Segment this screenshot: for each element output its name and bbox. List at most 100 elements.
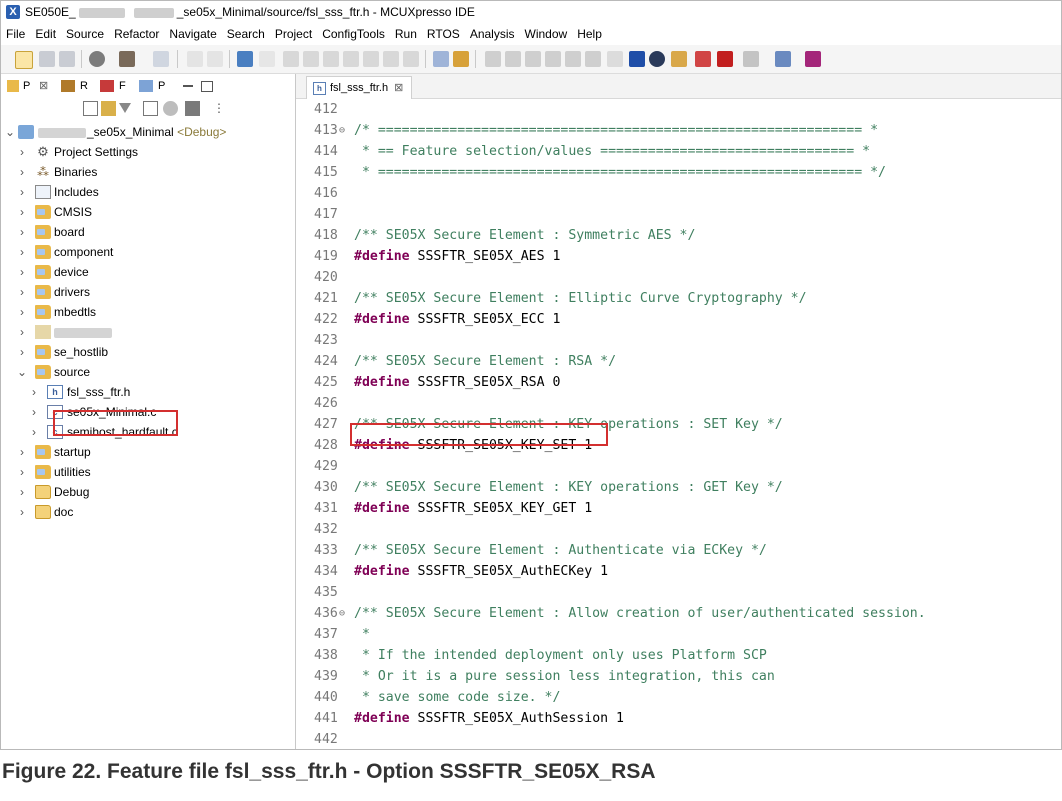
line-number: 417 xyxy=(314,207,338,222)
tree-item-label: drivers xyxy=(54,285,91,299)
close-tab-icon[interactable]: ⊠ xyxy=(39,74,48,98)
step-into-icon[interactable] xyxy=(363,51,379,67)
save-icon[interactable] xyxy=(39,51,55,67)
instruction-step-icon[interactable] xyxy=(433,51,449,67)
step-return-icon[interactable] xyxy=(403,51,419,67)
tree-item-label: Project Settings xyxy=(54,145,139,159)
chevron-right-icon[interactable]: › xyxy=(17,322,27,342)
debug-config-icon[interactable] xyxy=(453,51,469,67)
menu-item-project[interactable]: Project xyxy=(270,23,317,45)
editor-tab-fsl-sss-ftr-h[interactable]: h fsl_sss_ftr.h ⊠ xyxy=(306,76,413,99)
globe-icon[interactable] xyxy=(649,51,665,67)
chevron-right-icon[interactable]: › xyxy=(17,262,27,282)
title-redacted-1 xyxy=(78,7,125,18)
suspend-icon[interactable] xyxy=(303,51,319,67)
menu-item-analysis[interactable]: Analysis xyxy=(465,23,520,45)
new-icon[interactable] xyxy=(15,51,33,69)
boot-icon[interactable] xyxy=(717,51,733,67)
fold-toggle-icon[interactable]: ⊖ xyxy=(339,603,345,624)
bug-icon[interactable] xyxy=(805,51,821,67)
code-text: #define SSSFTR_SE05X_KEY_GET 1 xyxy=(354,498,592,519)
chevron-right-icon[interactable]: › xyxy=(17,282,27,302)
reset-icon[interactable] xyxy=(607,51,623,67)
menu-item-file[interactable]: File xyxy=(1,23,30,45)
chevron-down-icon[interactable]: ⌄ xyxy=(5,122,15,142)
sync-icon[interactable] xyxy=(163,101,178,116)
more-icon[interactable]: ⋮ xyxy=(213,101,225,116)
peripherals-icon[interactable] xyxy=(525,51,541,67)
memory-icon[interactable] xyxy=(505,51,521,67)
tab-peripherals[interactable]: P xyxy=(158,74,165,98)
line-number: 419 xyxy=(314,249,338,264)
chevron-right-icon[interactable]: › xyxy=(17,162,27,182)
chevron-right-icon[interactable]: › xyxy=(17,302,27,322)
layout-icon[interactable] xyxy=(143,101,158,116)
chevron-right-icon[interactable]: › xyxy=(17,482,27,502)
menu-item-rtos[interactable]: RTOS xyxy=(422,23,465,45)
close-tab-icon[interactable]: ⊠ xyxy=(394,82,403,94)
tab-project-explorer[interactable]: P xyxy=(23,74,30,98)
maximize-icon[interactable] xyxy=(201,81,213,92)
menu-item-run[interactable]: Run xyxy=(390,23,422,45)
chevron-right-icon[interactable]: › xyxy=(17,142,27,162)
code-text: #define SSSFTR_SE05X_AuthECKey 1 xyxy=(354,561,608,582)
code-comment: * Or it is a pure session less integrati… xyxy=(354,669,775,684)
disconnect-icon[interactable] xyxy=(343,51,359,67)
chevron-right-icon[interactable]: › xyxy=(17,342,27,362)
probe-icon[interactable] xyxy=(565,51,581,67)
menu-item-navigate[interactable]: Navigate xyxy=(164,23,221,45)
link-icon[interactable] xyxy=(695,51,711,67)
home-icon[interactable] xyxy=(671,51,687,67)
chevron-right-icon[interactable]: › xyxy=(17,502,27,522)
step-over-icon[interactable] xyxy=(383,51,399,67)
analysis-icon[interactable] xyxy=(585,51,601,67)
chevron-down-icon[interactable]: ⌄ xyxy=(17,362,27,382)
menu-item-configtools[interactable]: ConfigTools xyxy=(317,23,390,45)
settings-gear-icon[interactable] xyxy=(89,51,105,67)
terminate-icon[interactable] xyxy=(323,51,339,67)
chevron-right-icon[interactable]: › xyxy=(17,462,27,482)
fold-toggle-icon[interactable]: ⊖ xyxy=(339,120,345,141)
save-all-icon[interactable] xyxy=(59,51,75,67)
pointer-icon[interactable] xyxy=(259,51,275,67)
header-file-icon: h xyxy=(47,385,63,399)
chevron-right-icon[interactable]: › xyxy=(29,382,39,402)
collapse-all-icon[interactable] xyxy=(83,101,98,116)
line-number: 423 xyxy=(314,333,338,348)
forward-nav-icon[interactable] xyxy=(207,51,223,67)
code-text: #define SSSFTR_SE05X_RSA 0 xyxy=(354,372,560,393)
chevron-right-icon[interactable]: › xyxy=(29,422,39,442)
filter-icon[interactable] xyxy=(119,103,131,113)
menu-item-source[interactable]: Source xyxy=(61,23,109,45)
chevron-right-icon[interactable]: › xyxy=(17,222,27,242)
chevron-right-icon[interactable]: › xyxy=(17,442,27,462)
binary-icon[interactable] xyxy=(153,51,169,67)
menu-item-help[interactable]: Help xyxy=(572,23,607,45)
mcuxpresso-config-icon[interactable] xyxy=(629,51,645,67)
tab-faults[interactable]: F xyxy=(119,74,126,98)
external-tools-icon[interactable] xyxy=(743,51,759,67)
project-label: _se05x_Minimal <Debug> xyxy=(38,122,226,142)
trace-icon[interactable] xyxy=(545,51,561,67)
chevron-right-icon[interactable]: › xyxy=(17,242,27,262)
code-editor: h fsl_sss_ftr.h ⊠ 412 413 ⊖/* ==============… xyxy=(296,74,1061,749)
menu-item-search[interactable]: Search xyxy=(222,23,270,45)
minimize-icon[interactable] xyxy=(183,85,193,87)
view-menu-icon[interactable] xyxy=(185,101,200,116)
resume-icon[interactable] xyxy=(283,51,299,67)
tree-highlight-box xyxy=(53,410,178,436)
chevron-right-icon[interactable]: › xyxy=(29,402,39,422)
chevron-right-icon[interactable]: › xyxy=(17,202,27,222)
menu-item-edit[interactable]: Edit xyxy=(30,23,61,45)
preprocessor-keyword: #define xyxy=(354,375,410,390)
toolbar-misc-icon[interactable] xyxy=(775,51,791,67)
tab-registers[interactable]: R xyxy=(80,74,88,98)
link-editor-icon[interactable] xyxy=(101,101,116,116)
menu-item-refactor[interactable]: Refactor xyxy=(109,23,164,45)
back-nav-icon[interactable] xyxy=(187,51,203,67)
build-hammer-icon[interactable] xyxy=(119,51,135,67)
registers-icon[interactable] xyxy=(485,51,501,67)
console-icon[interactable] xyxy=(237,51,253,67)
chevron-right-icon[interactable]: › xyxy=(17,182,27,202)
menu-item-window[interactable]: Window xyxy=(520,23,573,45)
